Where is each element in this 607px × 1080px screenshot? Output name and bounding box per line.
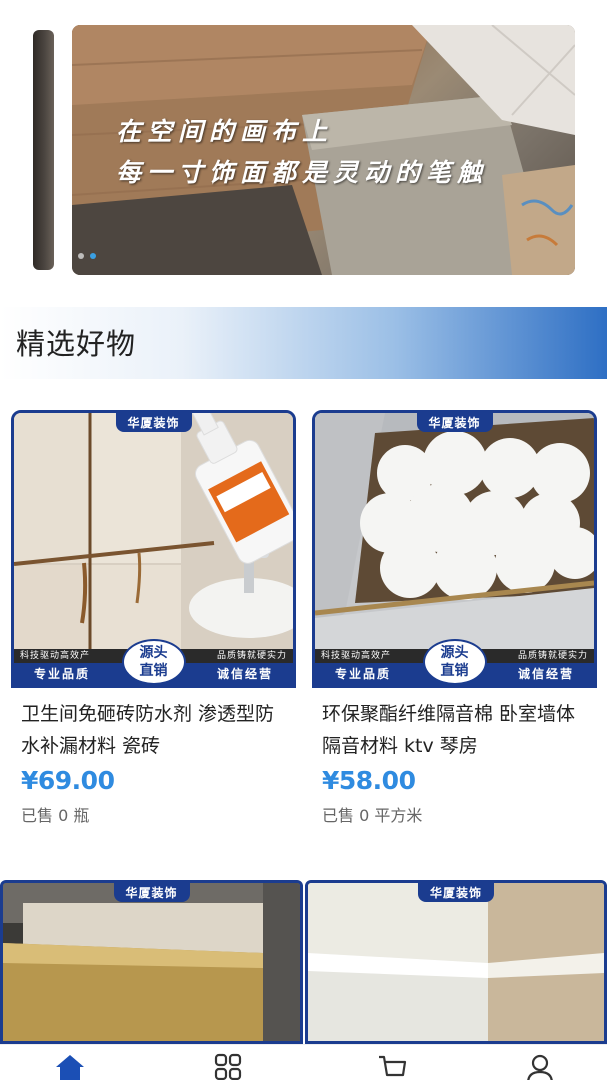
brand-tag: 华厦装饰 <box>113 883 190 902</box>
product-title[interactable]: 环保聚酯纤维隔音棉 卧室墙体隔音材料 ktv 琴房 <box>322 698 587 762</box>
product-price: ¥69.00 <box>21 766 115 795</box>
slogan-left-bottom: 专业品质 <box>335 667 392 681</box>
slogan-left-top: 科技驱动高效产 <box>321 651 392 661</box>
profile-icon <box>527 1054 553 1080</box>
brand-tag: 华厦装饰 <box>115 413 192 432</box>
tab-home[interactable] <box>50 1053 90 1080</box>
product-card[interactable]: 华厦装饰 科技驱动高效产 品质铸就硬实力 专业品质 诚信经营 源头 直销 卫生间… <box>11 410 296 830</box>
product-image[interactable]: 华厦装饰 科技驱动高效产 品质铸就硬实力 专业品质 诚信经营 源头 直销 <box>11 410 296 688</box>
banner-slide[interactable]: 在空间的画布上 每一寸饰面都是灵动的笔触 <box>72 25 575 275</box>
category-icon <box>214 1053 242 1080</box>
product-image-gold-trim <box>3 883 300 1041</box>
slogan-left-bottom: 专业品质 <box>34 667 91 681</box>
product-sold-count: 已售 0 瓶 <box>21 806 90 825</box>
tab-cart[interactable] <box>372 1053 412 1080</box>
product-card[interactable]: 华厦装饰 科技驱动高效产 品质铸就硬实力 专业品质 诚信经营 源头 直销 环保聚… <box>312 410 597 830</box>
slogan-bar: 科技驱动高效产 品质铸就硬实力 专业品质 诚信经营 源头 直销 <box>315 639 594 685</box>
banner-slogan-line2: 每一寸饰面都是灵动的笔触 <box>116 158 489 187</box>
tab-profile[interactable] <box>520 1053 560 1080</box>
product-title[interactable]: 卫生间免砸砖防水剂 渗透型防水补漏材料 瓷砖 <box>21 698 286 762</box>
home-icon <box>56 1055 84 1080</box>
slogan-right-bottom: 诚信经营 <box>517 667 574 681</box>
slogan-left-top: 科技驱动高效产 <box>20 651 91 661</box>
section-title: 精选好物 <box>16 327 137 361</box>
product-image[interactable]: 华厦装饰 科技驱动高效产 品质铸就硬实力 专业品质 诚信经营 源头 直销 <box>312 410 597 688</box>
product-card[interactable]: 华厦装饰 <box>305 880 607 1044</box>
banner-slogan-line1: 在空间的画布上 <box>116 117 334 146</box>
brand-tag: 华厦装饰 <box>416 413 493 432</box>
product-image[interactable]: 华厦装饰 <box>305 880 607 1044</box>
product-card[interactable]: 华厦装饰 <box>0 880 303 1044</box>
section-header: 精选好物 <box>0 307 607 379</box>
source-badge: 源头 直销 <box>422 639 487 685</box>
banner-previous-slide[interactable] <box>33 30 54 270</box>
carousel-indicator <box>78 253 96 259</box>
product-sold-count: 已售 0 平方米 <box>322 806 423 825</box>
product-image-skirting <box>308 883 604 1041</box>
slogan-right-top: 品质铸就硬实力 <box>216 651 287 661</box>
slogan-right-bottom: 诚信经营 <box>216 667 273 681</box>
source-badge: 源头 直销 <box>121 639 186 685</box>
banner-slogan: 在空间的画布上 每一寸饰面都是灵动的笔触 <box>116 113 488 195</box>
product-image[interactable]: 华厦装饰 <box>0 880 303 1044</box>
product-price: ¥58.00 <box>322 766 416 795</box>
tab-category[interactable] <box>208 1053 248 1080</box>
cart-icon <box>379 1055 407 1077</box>
banner-carousel[interactable]: 在空间的画布上 每一寸饰面都是灵动的笔触 <box>0 0 607 290</box>
carousel-dot-1[interactable] <box>78 253 84 259</box>
slogan-bar: 科技驱动高效产 品质铸就硬实力 专业品质 诚信经营 源头 直销 <box>14 639 293 685</box>
carousel-dot-2[interactable] <box>90 253 96 259</box>
bottom-tab-bar <box>0 1044 607 1080</box>
slogan-right-top: 品质铸就硬实力 <box>517 651 588 661</box>
brand-tag: 华厦装饰 <box>417 883 495 902</box>
